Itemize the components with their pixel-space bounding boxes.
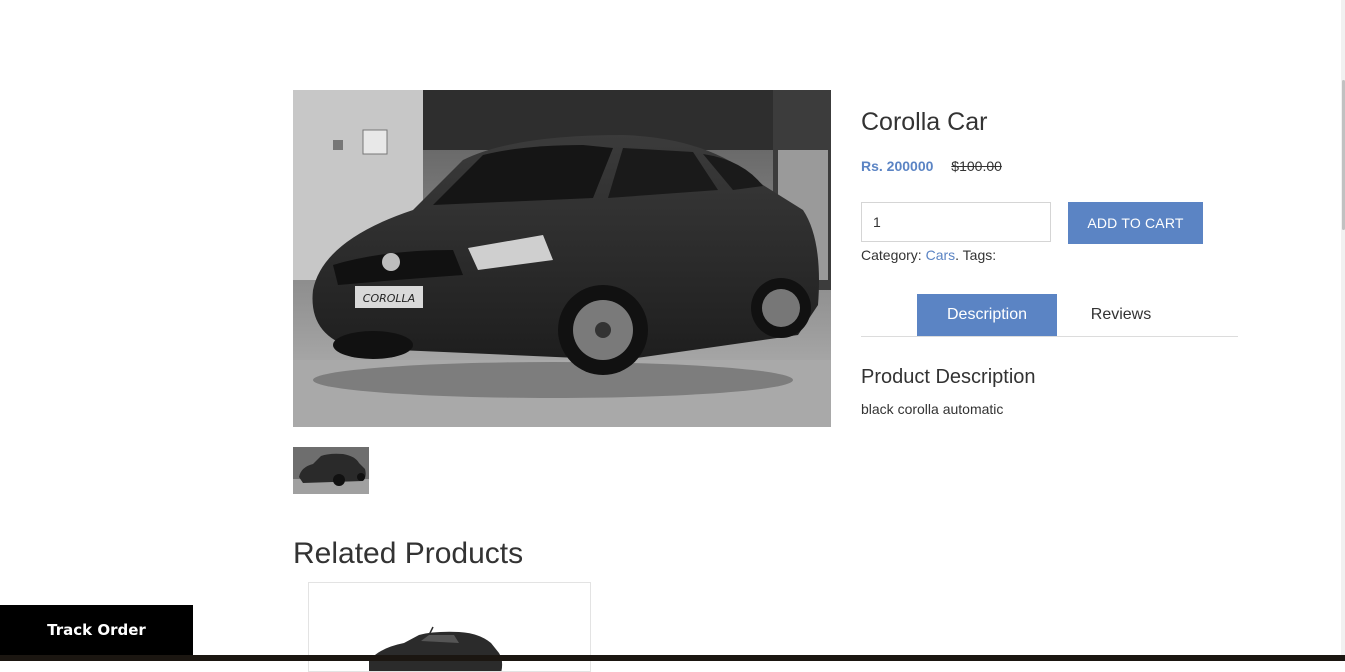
product-thumbnail[interactable] [293, 447, 369, 494]
category-link[interactable]: Cars [926, 247, 956, 263]
tags-label: . Tags: [955, 247, 997, 263]
quantity-input[interactable] [861, 202, 1051, 242]
original-price: $100.00 [951, 158, 1002, 174]
product-main-image: COROLLA [293, 90, 831, 427]
tab-reviews[interactable]: Reviews [1057, 294, 1185, 336]
price-row: Rs. 200000 $100.00 [861, 158, 1002, 174]
related-products-heading: Related Products [293, 537, 524, 570]
product-title: Corolla Car [861, 108, 988, 136]
car-photo: COROLLA [293, 90, 831, 427]
plate-text: COROLLA [363, 292, 415, 305]
sale-price: Rs. 200000 [861, 158, 934, 174]
product-meta: Category: Cars. Tags: [861, 247, 996, 263]
description-text: black corolla automatic [861, 401, 1004, 417]
car-thumbnail-icon [293, 447, 369, 494]
category-label: Category: [861, 247, 922, 263]
footer-bar [0, 655, 1345, 661]
description-heading: Product Description [861, 366, 1036, 388]
track-order-button[interactable]: Track Order [0, 605, 193, 655]
tab-description[interactable]: Description [917, 294, 1057, 336]
add-to-cart-button[interactable]: ADD TO CART [1068, 202, 1203, 244]
tab-divider [861, 336, 1238, 337]
